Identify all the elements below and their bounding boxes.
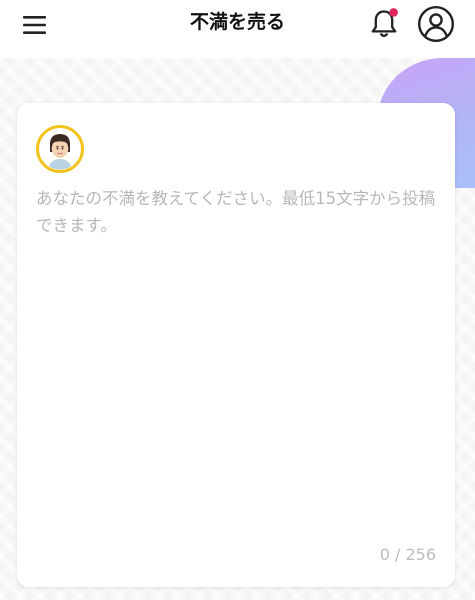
- user-account-icon: [418, 6, 454, 42]
- post-composer-card: あなたの不満を教えてください。最低15文字から投稿できます。 0 / 256: [17, 103, 455, 587]
- bell-icon: [371, 8, 398, 38]
- post-text-input[interactable]: あなたの不満を教えてください。最低15文字から投稿できます。: [36, 185, 436, 535]
- notification-dot: [389, 8, 398, 17]
- app-header: 不満を売る: [0, 0, 475, 58]
- account-button[interactable]: [417, 5, 455, 43]
- user-avatar-icon: [36, 125, 84, 173]
- notification-button[interactable]: [364, 4, 404, 44]
- hamburger-menu-icon[interactable]: [20, 11, 50, 39]
- character-counter: 0 / 256: [379, 545, 436, 564]
